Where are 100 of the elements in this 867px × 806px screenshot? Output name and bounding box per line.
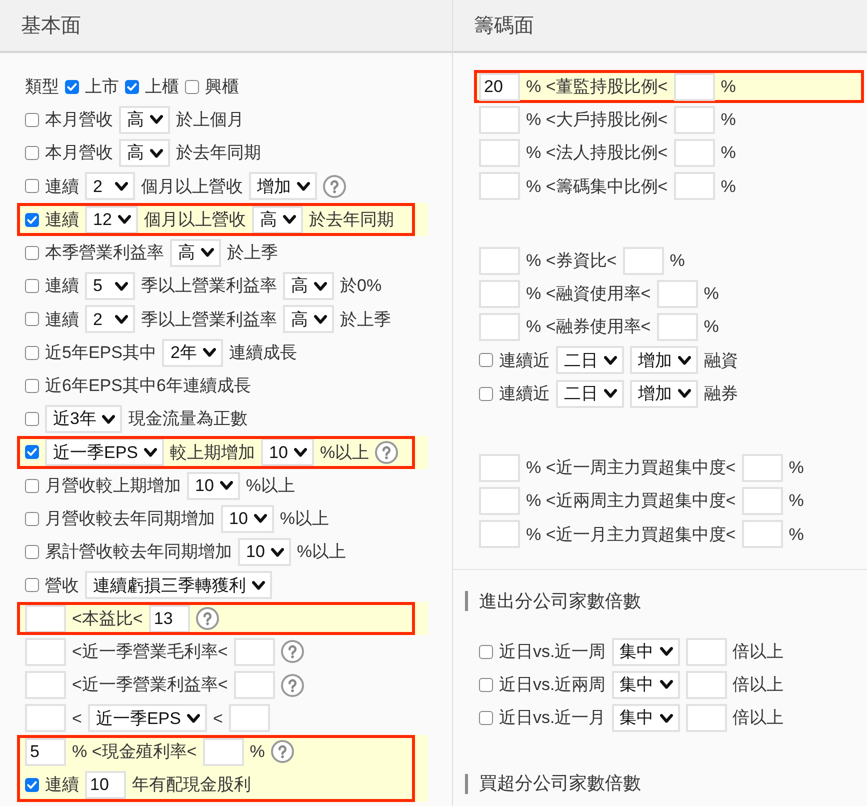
input-field[interactable] [674,106,715,134]
input-field[interactable]: 5 [25,738,66,766]
checkbox[interactable] [185,80,199,94]
checkbox[interactable] [479,678,493,692]
input-field[interactable] [479,520,520,548]
checkbox[interactable] [479,711,493,726]
input-field[interactable] [479,139,520,168]
dropdown[interactable]: 5 [85,272,135,300]
dropdown[interactable]: 增加 [249,172,317,200]
input-field[interactable]: 13 [148,604,190,633]
help-icon[interactable] [196,607,219,630]
dropdown[interactable]: 2 [85,172,135,200]
checkbox[interactable] [25,412,39,426]
input-field[interactable] [234,671,275,700]
checkbox[interactable] [479,386,493,401]
checkbox[interactable] [25,378,39,393]
help-icon[interactable] [280,674,304,697]
input-field[interactable] [686,704,727,732]
input-field[interactable] [674,72,715,101]
dropdown[interactable]: 近3年 [45,405,122,434]
checkbox[interactable] [25,578,39,592]
label-text: % <券資比< [526,250,617,272]
checkbox[interactable] [25,312,39,326]
input-field[interactable] [25,671,66,700]
dropdown[interactable]: 2 [85,305,135,334]
dropdown[interactable]: 10 [238,538,291,566]
label-text: % <董監持股比例< [526,76,668,98]
input-field[interactable] [202,738,244,766]
input-field[interactable] [479,106,520,134]
checkbox[interactable] [479,644,493,659]
dropdown[interactable]: 10 [221,504,274,533]
dropdown[interactable]: 集中 [612,704,680,732]
input-field[interactable] [622,246,664,275]
input-field[interactable]: 10 [85,770,126,799]
checkbox[interactable] [25,778,39,792]
input-field[interactable] [656,280,698,308]
input-field[interactable] [686,638,727,666]
checkbox[interactable] [25,246,39,260]
help-icon[interactable] [375,440,398,464]
label-text: <本益比< [72,608,143,630]
help-icon[interactable] [270,740,294,764]
checkbox[interactable] [25,478,39,493]
checkbox[interactable] [25,179,39,194]
checkbox[interactable] [25,112,39,127]
dropdown[interactable]: 近一季EPS [45,438,164,466]
dropdown[interactable]: 2年 [162,338,223,367]
checkbox[interactable] [25,146,39,160]
input-field[interactable] [479,280,520,308]
label-text: 上櫃 [145,76,179,98]
checkbox[interactable] [25,545,39,560]
dropdown[interactable]: 高 [283,305,334,334]
checkbox[interactable] [25,279,39,294]
checkbox[interactable] [125,80,139,94]
input-field[interactable] [25,704,66,732]
input-field[interactable] [742,520,783,548]
dropdown[interactable]: 高 [170,238,221,267]
checkbox[interactable] [25,445,39,460]
input-field[interactable] [25,638,66,666]
dropdown[interactable]: 10 [261,438,314,466]
input-field[interactable] [479,454,520,482]
input-field[interactable] [656,313,698,342]
dropdown[interactable]: 集中 [612,670,680,699]
dropdown[interactable]: 連續虧損三季轉獲利 [85,571,272,600]
checkbox[interactable] [25,346,39,360]
input-field[interactable] [479,313,520,342]
chevron-down-icon [314,314,327,324]
input-field[interactable] [674,139,715,168]
dropdown[interactable]: 集中 [612,638,680,666]
dropdown[interactable]: 增加 [630,346,698,374]
label-text: 季以上營業利益率 [141,275,277,298]
input-field[interactable] [228,704,270,732]
input-field[interactable] [479,246,520,275]
label-text: 現金流量為正數 [128,408,248,430]
input-field[interactable]: 20 [479,72,520,101]
input-field[interactable] [234,638,275,666]
checkbox[interactable] [65,80,79,94]
dropdown[interactable]: 二日 [556,380,624,408]
input-field[interactable] [479,487,520,516]
help-icon[interactable] [280,640,304,664]
dropdown[interactable]: 增加 [630,380,698,408]
help-icon[interactable] [323,174,346,198]
input-field[interactable] [674,172,715,200]
input-field[interactable] [479,172,520,200]
checkbox[interactable] [25,512,39,526]
dropdown[interactable]: 近一季EPS [88,704,207,732]
dropdown[interactable]: 12 [85,206,138,234]
dropdown[interactable]: 高 [283,272,334,300]
check-icon [67,82,77,91]
checkbox[interactable] [479,353,493,368]
input-field[interactable] [742,454,783,482]
checkbox[interactable] [25,212,39,227]
input-field[interactable] [686,670,727,699]
input-field[interactable] [742,487,783,516]
dropdown[interactable]: 高 [252,206,303,234]
dropdown[interactable]: 10 [187,472,240,500]
dropdown[interactable]: 高 [119,106,170,134]
dropdown[interactable]: 二日 [556,346,624,374]
input-field[interactable] [25,604,66,633]
dropdown[interactable]: 高 [119,139,170,168]
label-text: 類型 [25,76,59,98]
